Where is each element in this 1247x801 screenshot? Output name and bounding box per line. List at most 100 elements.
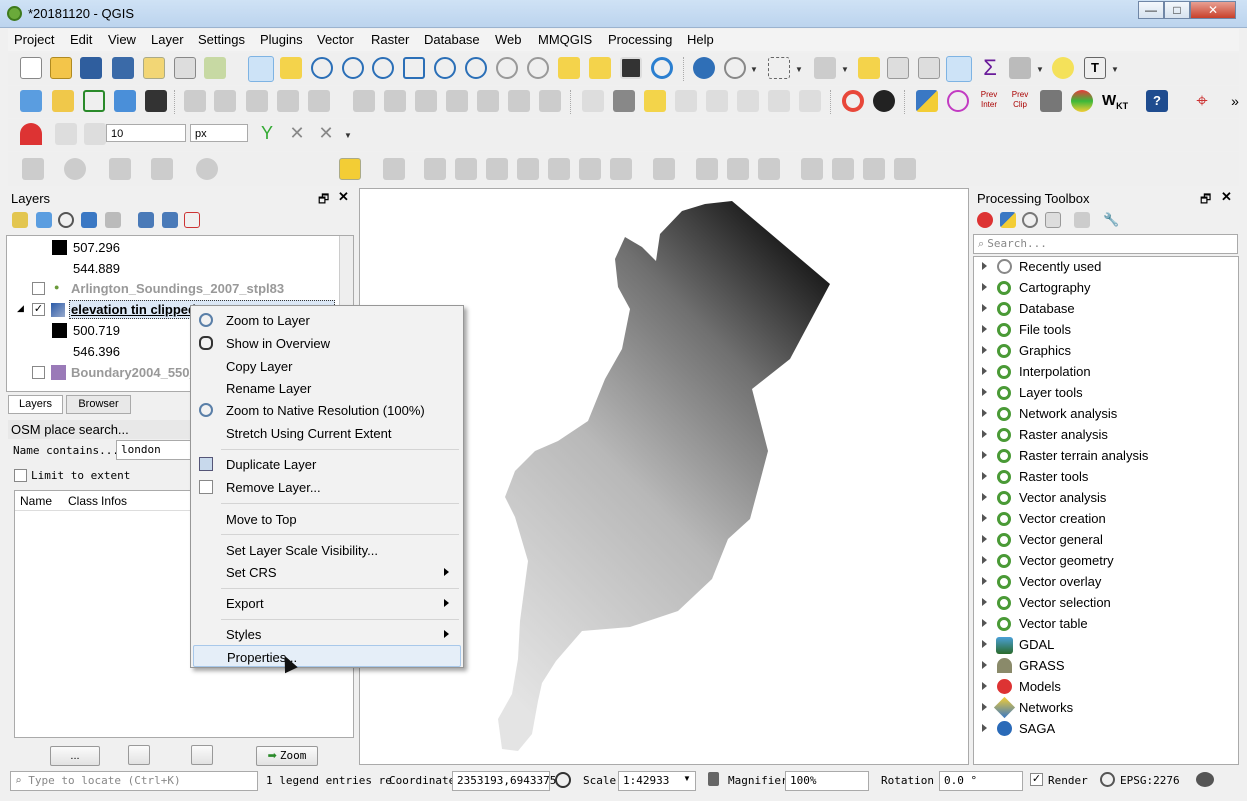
- models-gear-icon[interactable]: [977, 212, 993, 228]
- menu-database[interactable]: Database: [424, 32, 480, 47]
- coordinate-capture-icon[interactable]: ⌖: [1191, 90, 1213, 112]
- menu-help[interactable]: Help: [687, 32, 714, 47]
- pan-hand-icon[interactable]: [248, 56, 274, 82]
- messages-icon[interactable]: [1196, 772, 1214, 787]
- col-infos[interactable]: Infos: [101, 494, 127, 508]
- locator-input[interactable]: ⌕ Type to locate (Ctrl+K): [10, 771, 258, 791]
- map-tips-icon[interactable]: [1052, 57, 1074, 79]
- rotate-label-icon[interactable]: [768, 90, 790, 112]
- menu-scale-visibility[interactable]: Set Layer Scale Visibility...: [193, 539, 461, 561]
- menu-plugins[interactable]: Plugins: [260, 32, 303, 47]
- action-icon[interactable]: [724, 57, 746, 79]
- advanced-edit-icon-1[interactable]: [383, 158, 405, 180]
- toolbox-item-vector-creation[interactable]: Vector creation: [974, 509, 1238, 530]
- visibility-eye-icon[interactable]: [58, 212, 74, 228]
- toolbox-item-models[interactable]: Models: [974, 677, 1238, 698]
- lifebuoy-plugin-icon[interactable]: [842, 90, 864, 112]
- menu-copy-layer[interactable]: Copy Layer: [193, 355, 461, 377]
- close-panel-icon[interactable]: ✕: [1221, 189, 1232, 205]
- digitize-gear-icon[interactable]: [196, 158, 218, 180]
- style-manager-icon[interactable]: [204, 57, 226, 79]
- history-icon[interactable]: [1022, 212, 1038, 228]
- toggle-editing-icon[interactable]: [214, 90, 236, 112]
- toolbox-item-grass[interactable]: GRASS: [974, 656, 1238, 677]
- help-icon[interactable]: ?: [1146, 90, 1168, 112]
- prev-clip-icon[interactable]: Prev Clip: [1009, 90, 1031, 112]
- style-panel-icon[interactable]: [12, 212, 28, 228]
- advanced-edit-icon-12[interactable]: [758, 158, 780, 180]
- add-wms-icon[interactable]: [145, 90, 167, 112]
- menu-project[interactable]: Project: [14, 32, 54, 47]
- toolbox-item-vector-selection[interactable]: Vector selection: [974, 593, 1238, 614]
- menu-stretch-extent[interactable]: Stretch Using Current Extent: [193, 422, 461, 444]
- results-viewer-icon[interactable]: [1045, 212, 1061, 228]
- osm-name-input[interactable]: london: [116, 440, 196, 460]
- deselect-icon[interactable]: [858, 57, 880, 79]
- zoom-in-icon[interactable]: [311, 57, 333, 79]
- zoom-next-icon[interactable]: [527, 57, 549, 79]
- plugin-green-icon[interactable]: [339, 158, 361, 180]
- advanced-edit-icon-9[interactable]: [653, 158, 675, 180]
- toolbox-tree[interactable]: Recently used Cartography Database File …: [973, 256, 1239, 765]
- print-icon[interactable]: [1040, 90, 1062, 112]
- menu-show-in-overview[interactable]: Show in Overview: [193, 332, 461, 354]
- toolbox-item-vector-overlay[interactable]: Vector overlay: [974, 572, 1238, 593]
- toolbox-item-vector-geometry[interactable]: Vector geometry: [974, 551, 1238, 572]
- select-features-icon[interactable]: [768, 57, 790, 79]
- collapse-all-icon[interactable]: [162, 212, 178, 228]
- zoom-layer-icon[interactable]: [465, 57, 487, 79]
- measure-icon[interactable]: [1009, 57, 1031, 79]
- toolbox-item-cartography[interactable]: Cartography: [974, 278, 1238, 299]
- toolbox-item-raster-tools[interactable]: Raster tools: [974, 467, 1238, 488]
- toolbox-item-raster-analysis[interactable]: Raster analysis: [974, 425, 1238, 446]
- vertex-tool-icon[interactable]: [308, 90, 330, 112]
- menu-mmqgis[interactable]: MMQGIS: [538, 32, 592, 47]
- toolbox-item-database[interactable]: Database: [974, 299, 1238, 320]
- rotation-field[interactable]: 0.0 °: [939, 771, 1023, 791]
- python-console-icon[interactable]: [916, 90, 938, 112]
- tolerance-unit-select[interactable]: px: [190, 124, 248, 142]
- advanced-edit-icon-2[interactable]: [424, 158, 446, 180]
- expand-all-icon[interactable]: [138, 212, 154, 228]
- menu-export[interactable]: Export: [193, 592, 461, 614]
- snap-intersection-icon[interactable]: ✕: [286, 123, 308, 145]
- crs-globe-icon[interactable]: [1100, 772, 1115, 787]
- magnifier-field[interactable]: 100%: [785, 771, 869, 791]
- topological-edit-icon[interactable]: Y: [256, 123, 278, 145]
- advanced-edit-icon-8[interactable]: [610, 158, 632, 180]
- advanced-edit-icon-7[interactable]: [579, 158, 601, 180]
- copy-features-icon[interactable]: [446, 90, 468, 112]
- toolbox-search-input[interactable]: ⌕ Search...: [973, 234, 1238, 254]
- new-map-view-icon[interactable]: [558, 57, 580, 79]
- add-group-icon[interactable]: [36, 212, 52, 228]
- highlight-labels-icon[interactable]: [644, 90, 666, 112]
- pan-to-selection-icon[interactable]: [280, 57, 302, 79]
- data-source-manager-icon[interactable]: [20, 90, 42, 112]
- toolbox-item-vector-general[interactable]: Vector general: [974, 530, 1238, 551]
- toolbox-item-vector-analysis[interactable]: Vector analysis: [974, 488, 1238, 509]
- attribute-table-icon[interactable]: [887, 57, 909, 79]
- close-panel-icon[interactable]: ✕: [338, 189, 349, 205]
- statistics-sigma-icon[interactable]: Σ: [979, 57, 1001, 79]
- minimize-button[interactable]: —: [1138, 1, 1164, 19]
- snap-vertex-icon[interactable]: [55, 123, 77, 145]
- advanced-edit-icon-13[interactable]: [801, 158, 823, 180]
- change-label-icon[interactable]: [799, 90, 821, 112]
- toolbox-item-gdal[interactable]: GDAL: [974, 635, 1238, 656]
- zoom-out-icon[interactable]: [342, 57, 364, 79]
- zoom-selection-icon[interactable]: [434, 57, 456, 79]
- advanced-edit-icon-4[interactable]: [486, 158, 508, 180]
- tab-browser[interactable]: Browser: [66, 395, 131, 414]
- text-annotation-icon[interactable]: T: [1084, 57, 1106, 79]
- toolbar-overflow-icon[interactable]: »: [1224, 90, 1246, 112]
- plugin-orbit-icon[interactable]: [947, 90, 969, 112]
- advanced-edit-icon-11[interactable]: [727, 158, 749, 180]
- globe-plugin-icon[interactable]: [873, 90, 895, 112]
- open-project-icon[interactable]: [50, 57, 72, 79]
- advanced-edit-icon-6[interactable]: [548, 158, 570, 180]
- cut-features-icon[interactable]: [415, 90, 437, 112]
- show-hide-labels-icon[interactable]: [675, 90, 697, 112]
- osm-layer-icon[interactable]: [191, 745, 213, 765]
- digitize-rectangle-icon[interactable]: [109, 158, 131, 180]
- float-panel-icon[interactable]: 🗗: [318, 190, 329, 211]
